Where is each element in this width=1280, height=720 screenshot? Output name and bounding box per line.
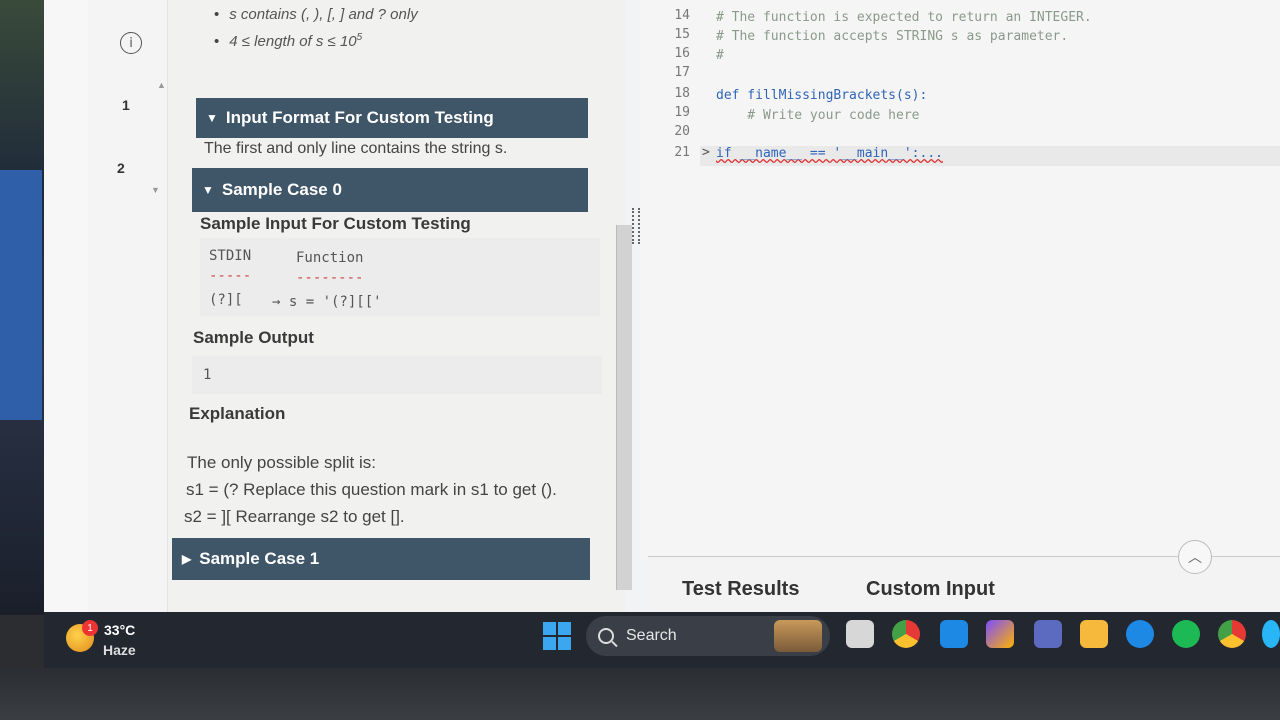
constraint-exponent: 5 [356, 32, 363, 43]
app-icon[interactable] [1262, 620, 1280, 648]
input-format-text: The first and only line contains the str… [204, 140, 508, 157]
sample-input-box [200, 238, 600, 316]
tab-test-results[interactable]: Test Results [682, 578, 799, 601]
constraint-2: • 4 ≤ length of s ≤ 105 [214, 32, 363, 50]
collapse-triangle-icon: ▼ [206, 111, 218, 125]
spotify-icon[interactable] [1172, 620, 1200, 648]
expand-triangle-icon: ▶ [182, 552, 192, 566]
sample-case-1-header[interactable]: ▶ Sample Case 1 [172, 538, 590, 580]
search-highlight-image [774, 620, 822, 652]
code-editor[interactable] [640, 0, 1280, 560]
code-line[interactable]: # Write your code here [716, 108, 919, 123]
sample-case-0-header[interactable]: ▼ Sample Case 0 [192, 168, 588, 212]
collapse-triangle-icon: ▼ [202, 183, 214, 197]
code-line[interactable]: # The function accepts STRING s as param… [716, 29, 1068, 44]
explanation-line-2: s1 = (? Replace this question mark in s1… [186, 480, 557, 499]
code-line[interactable]: # The function is expected to return an … [716, 10, 1092, 25]
expand-panel-button[interactable]: ︿ [1178, 540, 1212, 574]
windows-start-icon[interactable] [543, 622, 571, 650]
weather-condition[interactable]: Haze [103, 642, 136, 658]
caret-down-icon[interactable]: ▼ [151, 185, 160, 195]
question-nav-item-1[interactable]: 1 [122, 97, 130, 113]
function-header: Function [296, 250, 364, 266]
copilot-icon[interactable] [986, 620, 1014, 648]
sample-case-0-title: Sample Case 0 [221, 180, 342, 199]
tab-custom-input[interactable]: Custom Input [866, 578, 995, 601]
weather-badge: 1 [82, 620, 98, 636]
question-nav [88, 0, 168, 612]
sample-input-heading: Sample Input For Custom Testing [200, 214, 471, 233]
explanation-heading: Explanation [189, 404, 286, 423]
line-number: 18 [674, 86, 690, 101]
screenshot-root: i ▲ 1 2 ▼ • s contains (, ), [, ] and ? o… [0, 0, 1280, 720]
file-explorer-icon[interactable] [1080, 620, 1108, 648]
code-line[interactable]: # [716, 48, 724, 63]
line-number: 16 [674, 46, 690, 61]
input-format-title: Input Format For Custom Testing [225, 108, 494, 127]
task-view-icon[interactable] [846, 620, 874, 648]
left-rail [44, 0, 88, 612]
line-number: 21 [674, 145, 690, 160]
teams-icon[interactable] [1034, 620, 1062, 648]
line-number: 17 [674, 65, 690, 80]
search-icon [598, 628, 614, 644]
constraint-1: • s contains (, ), [, ] and ? only [214, 6, 418, 23]
edge-icon[interactable] [1126, 620, 1154, 648]
sample-case-1-title: Sample Case 1 [199, 549, 320, 568]
fold-chevron-icon[interactable]: > [702, 145, 710, 160]
sample-output-box [192, 356, 602, 394]
problem-scrollbar[interactable] [616, 225, 632, 590]
function-value: → s = '(?][[' [272, 294, 382, 310]
sample-output-heading: Sample Output [193, 328, 314, 347]
info-icon[interactable]: i [120, 32, 142, 54]
explanation-line-3: s2 = ][ Rearrange s2 to get []. [184, 507, 405, 526]
chrome-profile-icon[interactable] [1218, 620, 1246, 648]
weather-temperature[interactable]: 33°C [104, 622, 135, 638]
stdin-header: STDIN [209, 248, 252, 264]
function-dashes: -------- [296, 270, 364, 286]
caret-up-icon[interactable]: ▲ [157, 80, 166, 90]
stdin-dashes: ----- [209, 268, 252, 284]
input-format-header[interactable]: ▼ Input Format For Custom Testing [196, 98, 588, 138]
line-number: 20 [674, 124, 690, 139]
chevron-up-icon: ︿ [1188, 549, 1202, 565]
question-nav-item-2[interactable]: 2 [117, 160, 125, 176]
vscode-icon[interactable] [940, 620, 968, 648]
stdin-value: (?][ [209, 292, 243, 308]
chrome-icon[interactable] [892, 620, 920, 648]
search-label: Search [626, 627, 677, 644]
sample-output-value: 1 [203, 367, 212, 383]
panel-resize-handle[interactable] [632, 208, 640, 244]
line-number: 15 [674, 27, 690, 42]
explanation-line-1: The only possible split is: [187, 453, 376, 472]
code-line[interactable]: def fillMissingBrackets(s): [716, 88, 927, 103]
line-number: 14 [674, 8, 690, 23]
screen-bezel-bottom [0, 668, 1280, 720]
background-window-strip [0, 170, 42, 420]
code-line[interactable]: if __name__ == '__main__':... [716, 146, 943, 161]
line-number: 19 [674, 105, 690, 120]
